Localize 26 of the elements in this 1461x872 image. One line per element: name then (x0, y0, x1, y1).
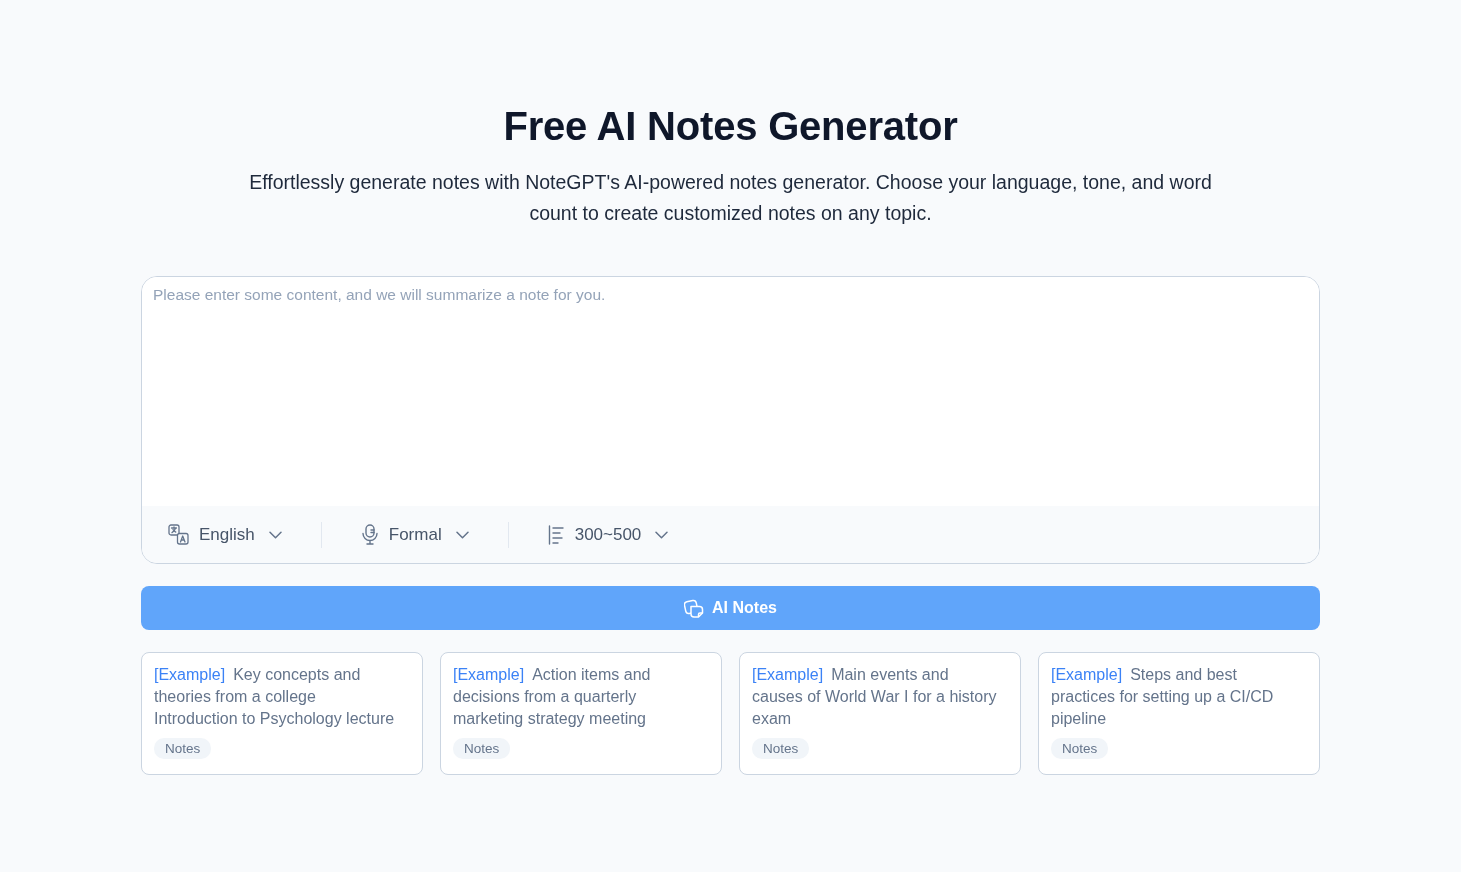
notes-tag: Notes (453, 738, 511, 759)
editor-field[interactable]: Please enter some content, and we will summarize a note for you. English Formal 300~500 (141, 276, 1320, 564)
caret-icon (268, 530, 282, 539)
language-select[interactable]: English (168, 520, 282, 549)
microphone-icon (360, 524, 379, 545)
example-card[interactable]: [Example] Key concepts and theories from a college Introduction to Psychology lecture Notes (141, 652, 423, 775)
translate-icon (168, 524, 189, 545)
example-prompt: [Example] Steps and best practices for setting up a CI/CD pipeline (1051, 665, 1275, 729)
example-card[interactable]: [Example] Main events and causes of World War I for a history exam Notes (739, 652, 1021, 775)
caret-icon (655, 530, 669, 539)
caret-icon (455, 530, 469, 539)
example-prompt: [Example] Main events and causes of World War I for a history exam (752, 665, 998, 729)
example-prompt: [Example] Key concepts and theories from a college Introduction to Psychology lecture (154, 665, 396, 729)
notes-icon (684, 598, 705, 618)
generate-button[interactable]: AI Notes (141, 586, 1320, 630)
example-prompt: [Example] Action items and decisions from a quarterly marketing strategy meeting (453, 665, 652, 729)
page-title: Free AI Notes Generator (503, 103, 958, 150)
example-card[interactable]: [Example] Action items and decisions from a quarterly marketing strategy meeting Notes (440, 652, 722, 775)
notes-tag: Notes (752, 738, 810, 759)
page-subtitle: Effortlessly generate notes with NoteGPT's AI-powered notes generator. Choose your language, tone, and word count to create customized notes on any topic. (248, 170, 1213, 226)
length-select[interactable]: 300~500 (547, 520, 669, 549)
notes-tag: Notes (1051, 738, 1109, 759)
example-card[interactable]: [Example] Steps and best practices for setting up a CI/CD pipeline Notes (1038, 652, 1320, 775)
text-lines-icon (547, 524, 565, 545)
notes-tag: Notes (154, 738, 212, 759)
tone-select[interactable]: Formal (360, 520, 469, 549)
